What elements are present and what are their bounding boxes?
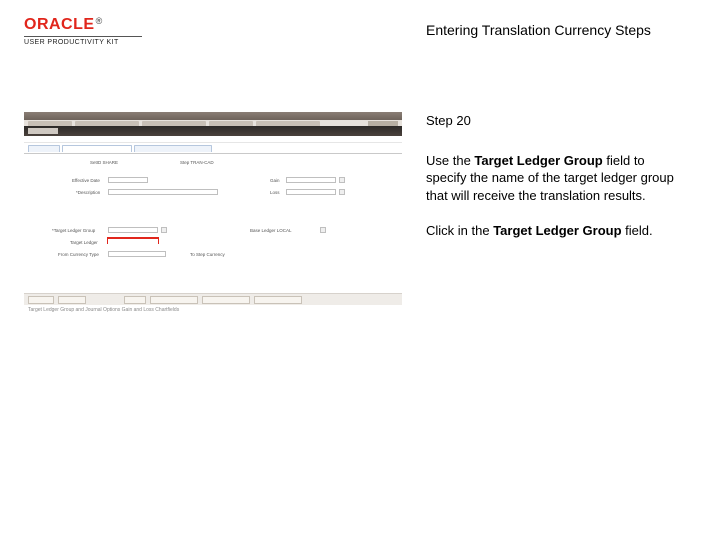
setid-label: SetID SHARE: [90, 160, 118, 165]
form-footer: [24, 293, 402, 305]
step-label: Step 20: [426, 112, 686, 130]
page-title: Entering Translation Currency Steps: [426, 22, 651, 38]
page-tab-active: [62, 145, 132, 152]
brand-rule: [24, 36, 142, 37]
base-ledger-label: Base Ledger LOCAL: [250, 228, 292, 233]
product-line: USER PRODUCTIVITY KIT: [24, 39, 142, 46]
field-name-bold: Target Ledger Group: [493, 223, 621, 238]
eff-date-field: [108, 177, 148, 183]
step-label-form: Step TRAN-CAD: [180, 160, 214, 165]
app-header-bar: [24, 126, 402, 136]
target-ledger-group-field[interactable]: [108, 227, 158, 233]
to-currency-label: To Step Currency: [190, 252, 225, 257]
include-history-button: [202, 296, 250, 304]
registered-mark: ®: [96, 16, 103, 26]
page-tab: [28, 145, 60, 152]
from-currency-field: [108, 251, 166, 257]
lookup-icon: [320, 227, 326, 233]
page-tab-row: [24, 143, 402, 153]
form-body: SetID SHARE Step TRAN-CAD Effective Date…: [24, 153, 402, 293]
lookup-icon: [161, 227, 167, 233]
text: Click in the: [426, 223, 493, 238]
from-currency-label: From Currency Type: [58, 252, 99, 257]
gain-field: [286, 177, 336, 183]
add-button: [124, 296, 146, 304]
instruction-paragraph-1: Use the Target Ledger Group field to spe…: [426, 152, 686, 205]
lookup-icon: [339, 177, 345, 183]
target-ledger-group-label: *Target Ledger Group: [52, 228, 95, 233]
target-ledger-label: Target Ledger: [70, 240, 98, 245]
page-tab: [134, 145, 212, 152]
description-field: [108, 189, 218, 195]
browser-chrome: [24, 112, 402, 120]
footer-caption: Target Ledger Group and Journal Options …: [24, 305, 402, 313]
notify-button: [58, 296, 86, 304]
update-display-button: [150, 296, 198, 304]
correct-history-button: [254, 296, 302, 304]
description-label: *Description: [76, 190, 100, 195]
save-button: [28, 296, 54, 304]
app-sublinks: [24, 136, 402, 143]
text: field.: [622, 223, 653, 238]
loss-label: Loss: [270, 190, 280, 195]
lookup-icon: [339, 189, 345, 195]
instruction-paragraph-2: Click in the Target Ledger Group field.: [426, 222, 686, 240]
text: Use the: [426, 153, 474, 168]
target-ledger-field: [108, 239, 158, 245]
brand-logo: ORACLE® USER PRODUCTIVITY KIT: [24, 16, 142, 46]
instruction-panel: Step 20 Use the Target Ledger Group fiel…: [426, 112, 686, 258]
app-screenshot: SetID SHARE Step TRAN-CAD Effective Date…: [24, 112, 402, 312]
loss-field: [286, 189, 336, 195]
eff-date-label: Effective Date: [72, 178, 100, 183]
gain-label: Gain: [270, 178, 280, 183]
field-name-bold: Target Ledger Group: [474, 153, 602, 168]
brand-wordmark: ORACLE: [24, 16, 95, 33]
